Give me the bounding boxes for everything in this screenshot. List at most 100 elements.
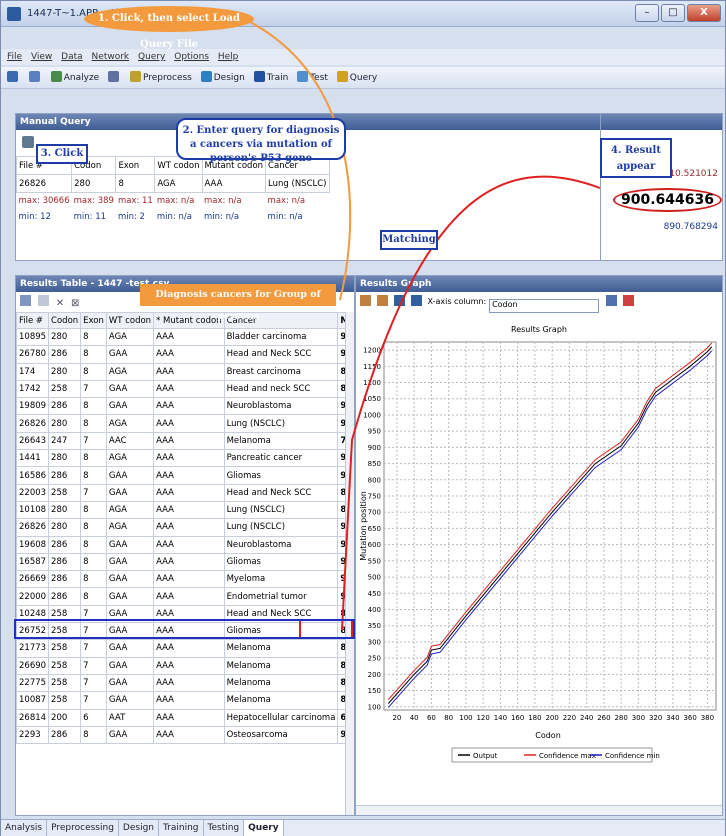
- menu-data[interactable]: Data: [61, 49, 83, 65]
- test-button[interactable]: Test: [297, 67, 328, 89]
- results-table-scrollbar[interactable]: [345, 312, 354, 815]
- mq-input-wt[interactable]: AGA: [154, 174, 203, 193]
- table-row[interactable]: 268262808AGAAAALung (NSCLC)900.644636: [16, 414, 354, 433]
- legend-items: Output Confidence max Confidence min: [458, 752, 660, 760]
- save-button[interactable]: [28, 67, 42, 89]
- table-cell: 22000: [16, 587, 50, 606]
- mq-input-exon[interactable]: 8: [115, 174, 156, 193]
- tab-preprocessing[interactable]: Preprocessing: [47, 820, 119, 836]
- chart-type-icon[interactable]: [605, 295, 617, 306]
- callout-result-appear: 4. Result appear: [600, 138, 672, 178]
- confidence-min-value: 890.768294: [663, 222, 718, 232]
- zoom-out-icon[interactable]: [376, 295, 388, 306]
- table-row[interactable]: 268142006AATAAAHepatocellular carcinoma6…: [16, 708, 354, 727]
- open-button[interactable]: [7, 67, 20, 89]
- fit-icon[interactable]: [393, 295, 405, 306]
- bottom-tabs: Analysis Preprocessing Design Training Testi…: [1, 819, 725, 836]
- analyze-button[interactable]: Analyze: [50, 67, 99, 89]
- mq-input-mutant[interactable]: AAA: [201, 174, 267, 193]
- x-tick-label: 280: [614, 714, 627, 722]
- chart-settings-icon[interactable]: [622, 295, 634, 306]
- table-row[interactable]: 227752587GAAAAAMelanoma835.973984: [16, 673, 354, 693]
- table-row[interactable]: 198092868GAAAAANeuroblastoma919.673089: [16, 397, 354, 416]
- table-cell: 7: [80, 483, 107, 502]
- rt-header-codon[interactable]: Codon: [48, 312, 82, 329]
- mq-input-file[interactable]: 26826: [15, 174, 73, 193]
- rt-header-file[interactable]: File #: [16, 312, 50, 329]
- table-row[interactable]: 267522587GAAAAAGliomas839.498692: [16, 622, 354, 641]
- mq-max: max: n/a: [156, 195, 195, 206]
- table-cell: AAA: [153, 466, 225, 485]
- table-row[interactable]: 17422587GAAAAAHead and neck SCC836.30791…: [16, 379, 354, 399]
- table-cell: 26814: [16, 708, 50, 727]
- table-cell: 2293: [16, 725, 50, 745]
- tab-testing[interactable]: Testing: [204, 820, 245, 836]
- table-row[interactable]: 101082808AGAAAALung (NSCLC)899.68889: [16, 500, 354, 520]
- table-cell: 258: [48, 604, 82, 624]
- x-tick-label: 40: [410, 714, 419, 722]
- rt-header-mutant[interactable]: * Mutant codon: [153, 312, 225, 329]
- maximize-button[interactable]: □: [661, 4, 685, 22]
- rt-header-exon[interactable]: Exon: [80, 312, 107, 329]
- table-cell: 280: [48, 518, 82, 537]
- tab-design[interactable]: Design: [119, 820, 159, 836]
- menu-file[interactable]: File: [7, 49, 22, 65]
- table-row[interactable]: 196082868GAAAAANeuroblastoma919.673005: [16, 535, 354, 554]
- table-cell: 7: [80, 656, 107, 675]
- table-row[interactable]: 266432477AACAAAMelanoma788.107681: [16, 431, 354, 451]
- table-cell: AGA: [105, 327, 155, 347]
- mq-input-cancer[interactable]: Lung (NSCLC): [265, 174, 330, 193]
- rt-header-wt[interactable]: WT codon: [105, 312, 155, 329]
- table-cell: 19809: [16, 397, 50, 416]
- table-cell: GAA: [105, 483, 155, 502]
- menu-help[interactable]: Help: [218, 49, 239, 65]
- mq-input-codon[interactable]: 280: [71, 174, 117, 193]
- table-cell: Lung (NSCLC): [223, 518, 339, 537]
- close-button[interactable]: X: [687, 4, 721, 22]
- table-row[interactable]: 165862868GAAAAAGliomas919.315889: [16, 466, 354, 485]
- graph-scrollbar[interactable]: [356, 805, 722, 815]
- xaxis-column-select[interactable]: Codon: [489, 299, 600, 313]
- table-row[interactable]: 165872868GAAAAAGliomas919.315938: [16, 552, 354, 572]
- clear-icon[interactable]: ⊠: [71, 298, 79, 309]
- table-row[interactable]: 102482587GAAAAAHead and Neck SCC830.2160…: [16, 604, 354, 624]
- design-button[interactable]: Design: [200, 67, 245, 89]
- y-tick-label: 850: [368, 460, 381, 468]
- table-row[interactable]: 108952808AGAAAABladder carcinoma901.1584…: [16, 327, 354, 347]
- tab-training[interactable]: Training: [159, 820, 204, 836]
- run-query-icon[interactable]: [22, 136, 34, 148]
- table-cell: GAA: [105, 604, 155, 624]
- callout-group-diagnosis: Diagnosis cancers for Group of persons: [140, 284, 336, 322]
- analyze-icon: [50, 71, 62, 82]
- menu-view[interactable]: View: [31, 49, 52, 65]
- table-row[interactable]: 266692868GAAAAAMyeloma934.341544: [16, 570, 354, 589]
- minimize-button[interactable]: –: [635, 4, 659, 22]
- grid-button[interactable]: [108, 67, 121, 89]
- tab-analysis[interactable]: Analysis: [1, 820, 48, 836]
- table-row[interactable]: 22932868GAAAAAOsteosarcoma918.73826: [16, 725, 354, 745]
- menu-network[interactable]: Network: [92, 49, 130, 65]
- preprocess-button[interactable]: Preprocess: [129, 67, 192, 89]
- table-row[interactable]: 267802868GAAAAAHead and Neck SCC923.7258…: [16, 345, 354, 364]
- y-tick-label: 650: [368, 525, 381, 533]
- tab-query[interactable]: Query: [244, 820, 284, 836]
- results-table-body: 108952808AGAAAABladder carcinoma901.1584…: [16, 327, 354, 745]
- table-row[interactable]: 268262808AGAAAALung (NSCLC)900.644636: [16, 518, 354, 537]
- table-row[interactable]: 1742808AGAAAABreast carcinoma889.396557: [16, 362, 354, 381]
- save-table-icon[interactable]: [20, 295, 31, 306]
- table-row[interactable]: 14412808AGAAAAPancreatic cancer901.68715…: [16, 449, 354, 468]
- list-icon[interactable]: [410, 295, 422, 306]
- zoom-in-icon[interactable]: [360, 295, 371, 306]
- x-tick-label: 100: [459, 714, 472, 722]
- train-button[interactable]: Train: [253, 67, 288, 89]
- table-row[interactable]: 220002868GAAAAAEndometrial tumor918.9909…: [16, 587, 354, 606]
- copy-icon[interactable]: [37, 295, 49, 306]
- table-row[interactable]: 217732587GAAAAAMelanoma834.756483: [16, 639, 354, 658]
- delete-icon[interactable]: ✕: [56, 298, 64, 309]
- table-cell: AAA: [153, 604, 225, 624]
- table-cell: 7: [80, 379, 107, 399]
- table-row[interactable]: 100872587GAAAAAMelanoma830.265596: [16, 691, 354, 710]
- table-row[interactable]: 220032587GAAAAAHead and Neck SCC834.3312…: [16, 483, 354, 502]
- table-row[interactable]: 266902587GAAAAAMelanoma839.046737: [16, 656, 354, 675]
- query-button[interactable]: Query: [336, 67, 377, 89]
